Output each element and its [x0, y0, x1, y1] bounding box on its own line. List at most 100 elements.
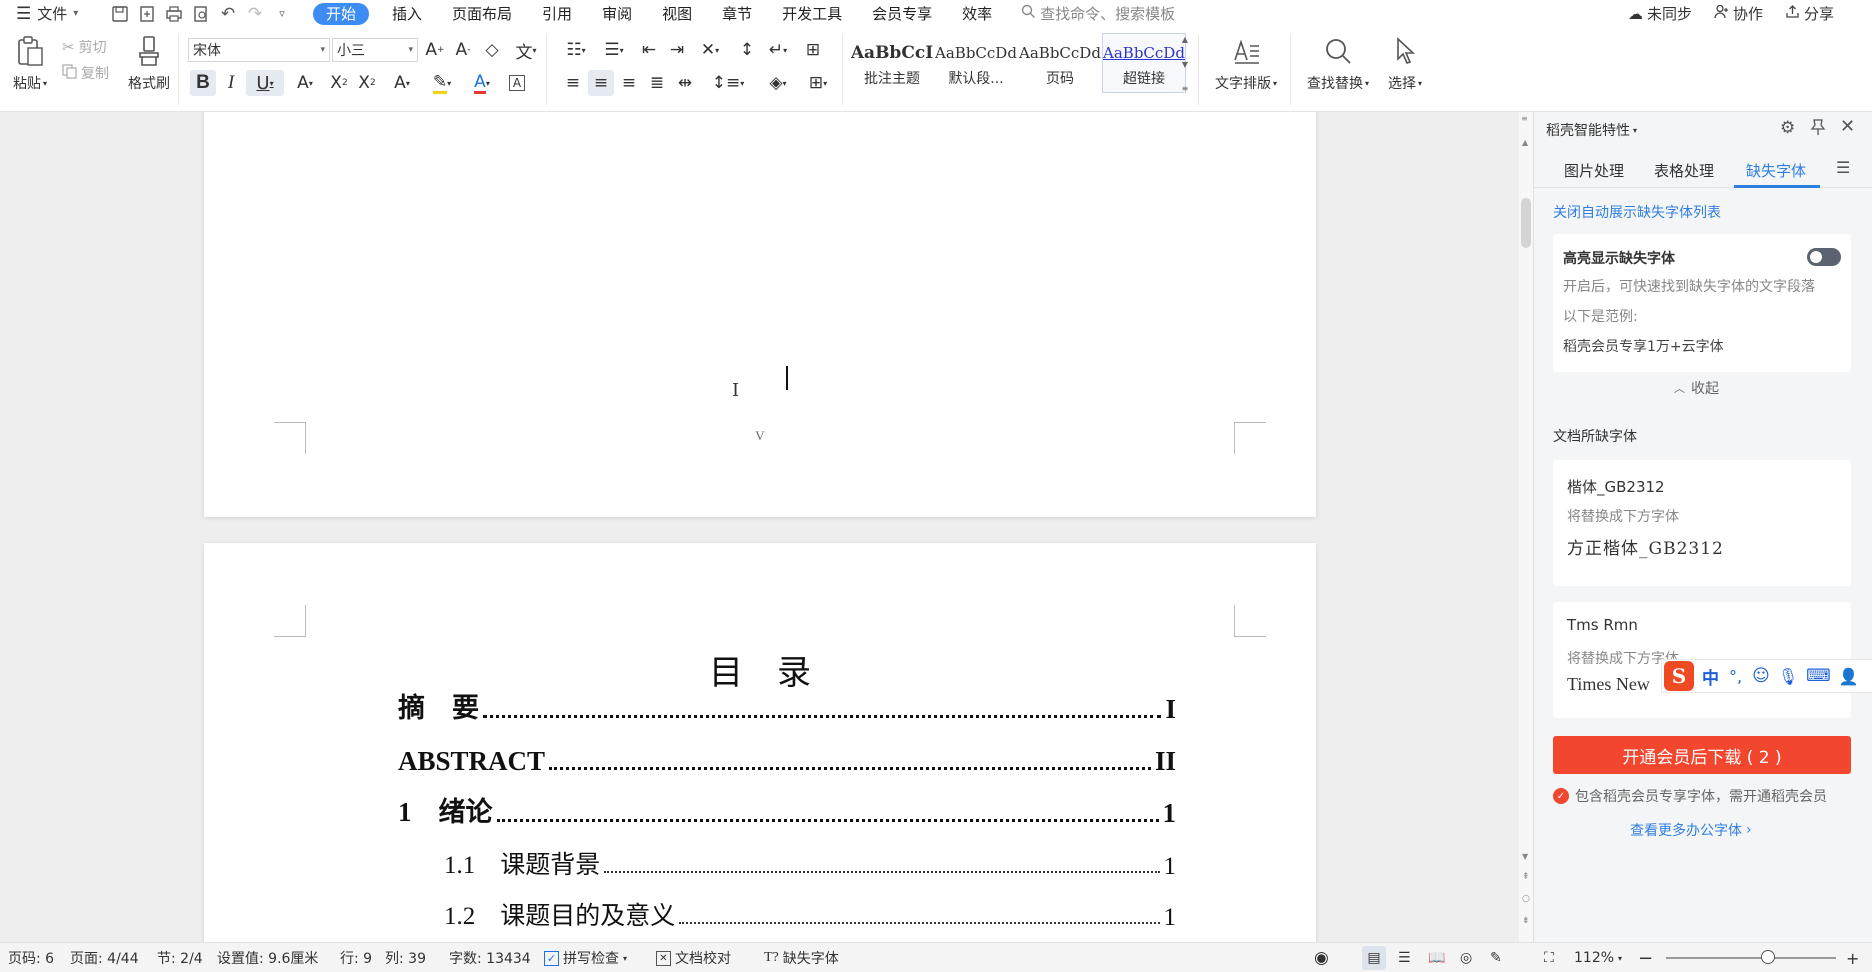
tab-references[interactable]: 引用: [527, 0, 587, 27]
ime-mode-label[interactable]: 中: [1702, 664, 1719, 689]
shading-icon[interactable]: ◈ ▾: [760, 70, 796, 96]
zoom-in-icon[interactable]: +: [1846, 943, 1859, 972]
increase-indent-icon[interactable]: ⇥: [664, 37, 690, 63]
font-name-select[interactable]: 宋体 ▾: [188, 38, 330, 62]
style-page-number[interactable]: AaBbCcDd 页码: [1018, 33, 1102, 93]
scroll-down-icon[interactable]: ▼: [1522, 852, 1528, 861]
toc-entry[interactable]: 1.2 课题目的及意义 1: [444, 896, 1176, 932]
underline-icon[interactable]: U ▾: [246, 70, 284, 96]
format-painter-button[interactable]: 格式刷: [124, 33, 174, 93]
print-preview-icon[interactable]: [189, 2, 213, 26]
tab-view[interactable]: 视图: [647, 0, 707, 27]
tab-developer[interactable]: 开发工具: [767, 0, 857, 27]
text-effect-icon[interactable]: A ▾: [288, 70, 322, 96]
cut-button[interactable]: ✂ 剪切: [62, 37, 107, 57]
tab-missing-fonts[interactable]: 缺失字体: [1746, 160, 1806, 181]
microphone-icon[interactable]: 🎙: [1778, 667, 1798, 686]
numbered-list-icon[interactable]: ☰ ▾: [598, 37, 630, 63]
export-pdf-icon[interactable]: [135, 2, 159, 26]
download-button[interactable]: 开通会员后下载 ( 2 ): [1553, 736, 1851, 774]
subscript-icon[interactable]: X2: [354, 70, 380, 96]
tab-review[interactable]: 审阅: [587, 0, 647, 27]
status-section[interactable]: 节: 2/4: [157, 943, 203, 972]
scroll-up-icon[interactable]: ▲: [1522, 138, 1528, 147]
zoom-level-select[interactable]: 112% ▾: [1574, 943, 1622, 972]
align-left-icon[interactable]: ≡: [560, 70, 586, 96]
status-setting-value[interactable]: 设置值: 9.6厘米: [217, 943, 318, 972]
status-page-number[interactable]: 页码: 6: [8, 943, 54, 972]
collaborate-button[interactable]: 协作: [1714, 3, 1763, 24]
command-search[interactable]: 查找命令、搜索模板: [1021, 3, 1175, 24]
tab-chapter[interactable]: 章节: [707, 0, 767, 27]
prev-page-icon[interactable]: ⇞: [1522, 872, 1530, 882]
tab-table-processing[interactable]: 表格处理: [1654, 160, 1714, 181]
reading-view-icon[interactable]: 📖: [1428, 943, 1445, 972]
punctuation-icon[interactable]: °,: [1729, 667, 1742, 686]
bullet-list-icon[interactable]: ☷ ▾: [560, 37, 592, 63]
toc-entry[interactable]: 1.1 课题背景 1: [444, 845, 1176, 881]
style-comment-theme[interactable]: AaBbCcI 批注主题: [850, 33, 934, 93]
collapse-button[interactable]: ︿ 收起: [1674, 378, 1719, 398]
eye-protection-icon[interactable]: ◉: [1314, 943, 1329, 972]
fit-page-icon[interactable]: ⛶: [1544, 943, 1554, 972]
borders-icon[interactable]: ⊞ ▾: [800, 70, 836, 96]
outline-view-icon[interactable]: ☰: [1398, 943, 1411, 972]
char-border-icon[interactable]: A: [504, 70, 530, 96]
find-replace-button[interactable]: 查找替换 ▾: [1300, 33, 1376, 93]
font-color-icon[interactable]: A ▾: [464, 70, 500, 96]
styles-scroll[interactable]: ▲ ▼ ≡: [1178, 35, 1192, 93]
align-center-icon[interactable]: ≡: [588, 70, 614, 96]
toc-entry[interactable]: 摘 要I: [398, 689, 1176, 725]
more-menu-icon[interactable]: ☰: [1836, 158, 1850, 177]
font-size-select[interactable]: 小三 ▾: [332, 38, 418, 62]
status-row[interactable]: 行: 9: [340, 943, 372, 972]
document-canvas[interactable]: I V 目 录 摘 要 I ABSTRACT II 1 绪论 1 1.1 课题背景 1 …: [0, 112, 1530, 942]
phonetic-guide-icon[interactable]: 文 ▾: [508, 37, 544, 63]
zoom-slider[interactable]: [1666, 950, 1836, 964]
save-icon[interactable]: [108, 2, 132, 26]
vertical-scrollbar[interactable]: ≡ ▲ ▼ ⇞ ○ ⇟: [1519, 112, 1533, 942]
style-hyperlink[interactable]: AaBbCcDd 超链接: [1102, 33, 1186, 93]
browse-object-icon[interactable]: ○: [1522, 894, 1530, 904]
status-column[interactable]: 列: 39: [385, 943, 426, 972]
status-pages[interactable]: 页面: 4/44: [70, 943, 139, 972]
tab-home[interactable]: 开始: [313, 2, 370, 25]
print-icon[interactable]: [162, 2, 186, 26]
pin-icon[interactable]: [1810, 118, 1826, 140]
shrink-font-icon[interactable]: A-: [450, 37, 476, 63]
missing-font-button[interactable]: T? 缺失字体: [764, 943, 839, 972]
close-icon[interactable]: ✕: [1840, 116, 1855, 137]
file-menu[interactable]: ☰ 文件 ▾: [16, 3, 98, 24]
page-view-icon[interactable]: ▤: [1362, 946, 1386, 970]
share-button[interactable]: 分享: [1785, 3, 1834, 24]
superscript-icon[interactable]: X2: [326, 70, 352, 96]
tab-efficiency[interactable]: 效率: [947, 0, 1007, 27]
document-page[interactable]: I V: [204, 112, 1316, 517]
tab-image-processing[interactable]: 图片处理: [1564, 160, 1624, 181]
next-page-icon[interactable]: ⇟: [1522, 916, 1530, 926]
redo-icon[interactable]: ↷: [243, 2, 267, 26]
sort-icon[interactable]: ↕: [734, 37, 760, 63]
sync-button[interactable]: ☁ 未同步: [1628, 3, 1692, 24]
show-marks-icon[interactable]: ↵ ▾: [762, 37, 794, 63]
paste-button[interactable]: 粘贴 ▾: [10, 33, 50, 93]
write-mode-icon[interactable]: ✎: [1490, 943, 1502, 972]
highlight-toggle[interactable]: [1807, 248, 1841, 266]
ime-toolbar[interactable]: S 中 °, ☺ 🎙 ⌨ 👤: [1661, 659, 1872, 693]
tab-member[interactable]: 会员专享: [857, 0, 947, 27]
more-fonts-link[interactable]: 查看更多办公字体 ›: [1630, 820, 1752, 840]
copy-button[interactable]: 复制: [62, 63, 109, 83]
text-layout-button[interactable]: 文字排版 ▾: [1208, 33, 1284, 93]
panel-title-dropdown[interactable]: 稻壳智能特性 ▾: [1546, 120, 1637, 140]
chinese-layout-icon[interactable]: ✕ ▾: [692, 37, 728, 63]
gear-icon[interactable]: ⚙: [1780, 118, 1795, 138]
tab-page-layout[interactable]: 页面布局: [437, 0, 527, 27]
grow-font-icon[interactable]: A +: [422, 37, 448, 63]
align-right-icon[interactable]: ≡: [616, 70, 642, 96]
distribute-icon[interactable]: ⇹: [672, 70, 698, 96]
line-spacing-icon[interactable]: ↕≡ ▾: [710, 70, 746, 96]
user-icon[interactable]: 👤: [1839, 667, 1859, 686]
zoom-out-icon[interactable]: −: [1638, 943, 1653, 972]
close-auto-list-link[interactable]: 关闭自动展示缺失字体列表: [1553, 202, 1721, 222]
status-word-count[interactable]: 字数: 13434: [449, 943, 531, 972]
